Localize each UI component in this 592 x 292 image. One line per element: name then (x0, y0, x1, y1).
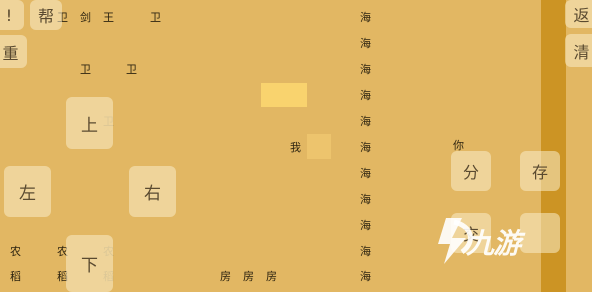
guard-tile: 卫 (126, 63, 137, 76)
clear-button[interactable]: 清 (565, 34, 592, 67)
sea-tile: 海 (360, 37, 371, 50)
sea-tile: 海 (360, 141, 371, 154)
move-up-button[interactable]: 上 (66, 97, 113, 149)
guard-tile: 卫 (80, 63, 91, 76)
sea-tile: 海 (360, 89, 371, 102)
sea-tile: 海 (360, 63, 371, 76)
share-button[interactable]: 分 (451, 151, 491, 191)
save-button[interactable]: 存 (520, 151, 560, 191)
house-tile: 房 (243, 270, 254, 283)
sea-tile: 海 (360, 115, 371, 128)
move-left-button[interactable]: 左 (4, 166, 51, 217)
watermark-logo-icon: 九游 (466, 227, 521, 260)
sea-tile: 海 (360, 245, 371, 258)
farmer-tile: 农 (10, 245, 21, 258)
sword-tile: 剑 (80, 11, 91, 24)
sea-tile: 海 (360, 167, 371, 180)
sea-tile: 海 (360, 193, 371, 206)
house-tile: 房 (220, 270, 231, 283)
highlight-tile (261, 83, 307, 107)
restart-button[interactable]: 重 (0, 35, 27, 68)
sea-tile: 海 (360, 219, 371, 232)
king-tile: 王 (103, 11, 114, 24)
help-button[interactable]: 帮 (30, 0, 62, 30)
highlight-tile (307, 134, 331, 159)
game-map: 卫 剑 王 卫 卫 卫 卫 我 你 农 农 农 稻 稻 稻 房 房 房 海 海 … (0, 0, 592, 292)
move-right-button[interactable]: 右 (129, 166, 176, 217)
guard-tile: 卫 (150, 11, 161, 24)
sea-tile: 海 (360, 11, 371, 24)
rice-tile: 稻 (10, 270, 21, 283)
sea-tile: 海 (360, 270, 371, 283)
player-tile: 我 (290, 141, 301, 154)
exclaim-button[interactable]: ! (0, 0, 24, 30)
move-down-button[interactable]: 下 (66, 235, 113, 292)
back-button[interactable]: 返 (565, 0, 592, 28)
house-tile: 房 (266, 270, 277, 283)
